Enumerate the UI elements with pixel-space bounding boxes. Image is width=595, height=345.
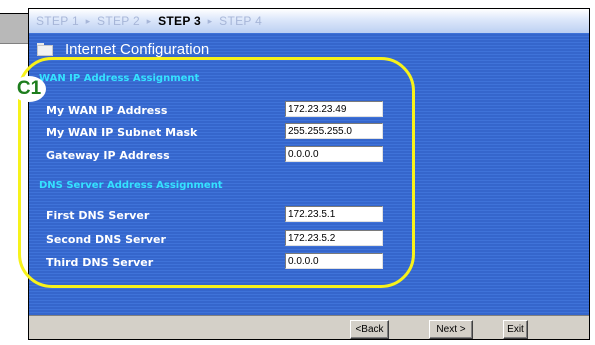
step-separator-icon: ▸ — [207, 16, 213, 26]
step-separator-icon: ▸ — [85, 16, 91, 26]
exit-button[interactable]: Exit — [503, 320, 528, 339]
back-button[interactable]: <Back — [350, 320, 389, 339]
folder-icon — [37, 42, 53, 56]
wan-subnet-mask-field[interactable] — [285, 123, 383, 139]
internet-configuration-wizard: STEP 1 ▸ STEP 2 ▸ STEP 3 ▸ STEP 4 Intern… — [28, 8, 590, 340]
gateway-ip-field[interactable] — [285, 146, 383, 162]
step-2: STEP 2 — [97, 14, 140, 28]
wan-section-heading: WAN IP Address Assignment — [39, 73, 200, 84]
wizard-button-bar: <Back Next > Exit — [29, 315, 589, 339]
wan-subnet-mask-label: My WAN IP Subnet Mask — [46, 126, 198, 139]
gateway-ip-label: Gateway IP Address — [46, 149, 170, 162]
wizard-steps-bar: STEP 1 ▸ STEP 2 ▸ STEP 3 ▸ STEP 4 — [29, 9, 589, 33]
first-dns-field[interactable] — [285, 206, 383, 222]
first-dns-label: First DNS Server — [46, 209, 150, 222]
next-button[interactable]: Next > — [429, 320, 473, 339]
page-title-row: Internet Configuration — [37, 39, 209, 59]
step-separator-icon: ▸ — [146, 16, 152, 26]
page-title: Internet Configuration — [65, 40, 210, 58]
wan-ip-field[interactable] — [285, 101, 383, 117]
step-4: STEP 4 — [219, 14, 263, 28]
callout-c1-badge: C1 — [12, 76, 46, 102]
third-dns-label: Third DNS Server — [46, 256, 154, 269]
step-1: STEP 1 — [36, 14, 79, 28]
wan-ip-label: My WAN IP Address — [46, 104, 168, 117]
second-dns-label: Second DNS Server — [46, 233, 166, 246]
second-dns-field[interactable] — [285, 230, 383, 246]
third-dns-field[interactable] — [285, 253, 383, 269]
step-3-active: STEP 3 — [158, 14, 202, 28]
dns-section-heading: DNS Server Address Assignment — [39, 180, 223, 191]
